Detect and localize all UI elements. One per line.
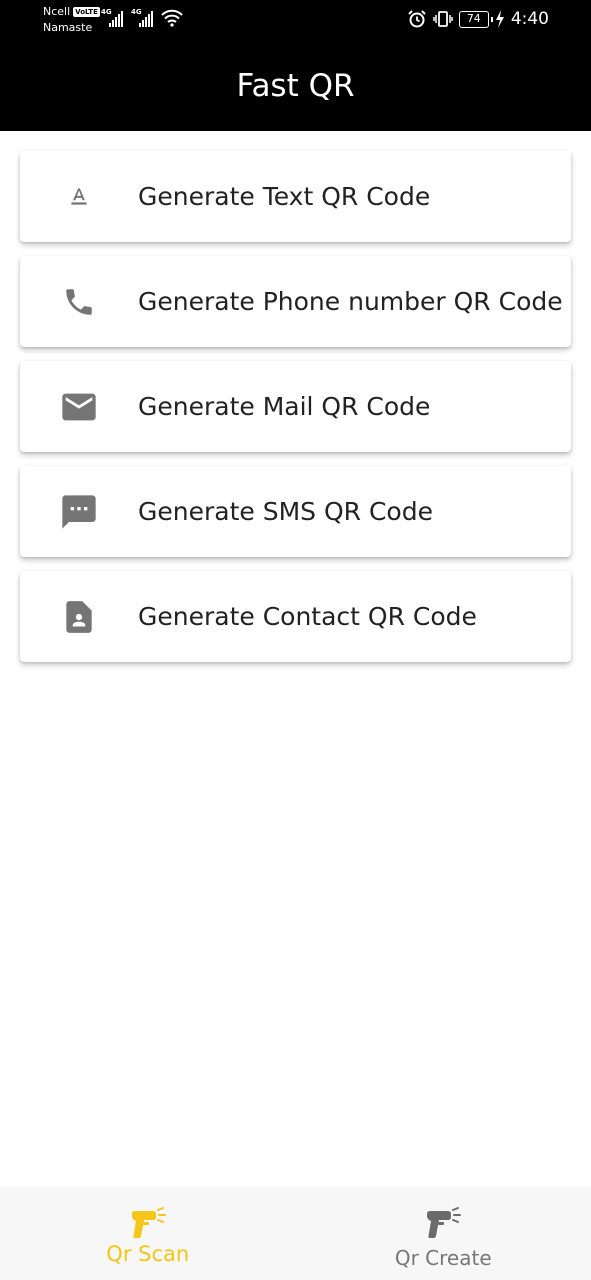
charging-icon bbox=[495, 10, 504, 28]
sms-icon bbox=[62, 494, 96, 529]
phone-icon bbox=[66, 288, 92, 315]
signal-indicators: 4G 4G bbox=[101, 8, 183, 27]
signal-icon: 4G bbox=[131, 8, 155, 27]
status-right: 74 4:40 bbox=[407, 9, 549, 29]
alarm-icon bbox=[408, 10, 426, 28]
generate-phone-card[interactable]: Generate Phone number QR Code bbox=[20, 256, 571, 347]
operator-name: Namaste bbox=[43, 21, 93, 34]
bottom-navigation: Qr Scan Qr Create bbox=[0, 1186, 591, 1280]
card-label: Generate Contact QR Code bbox=[138, 602, 477, 631]
scanner-icon bbox=[131, 1207, 166, 1238]
scanner-icon bbox=[427, 1207, 462, 1238]
generate-menu: Generate Text QR Code Generate Phone num… bbox=[20, 151, 571, 676]
text-format-icon bbox=[71, 187, 87, 205]
signal-icon: 4G bbox=[101, 8, 125, 27]
volte-badge: VoLTE bbox=[73, 6, 100, 17]
wifi-icon bbox=[161, 9, 183, 27]
card-label: Generate SMS QR Code bbox=[138, 497, 433, 526]
app-bar: Fast QR bbox=[0, 42, 591, 131]
mail-icon bbox=[62, 393, 96, 420]
status-bar: Ncell VoLTE Namaste 4G 4G 74 4:40 bbox=[0, 0, 591, 42]
carrier-info: Ncell VoLTE Namaste bbox=[43, 4, 100, 35]
page-title: Fast QR bbox=[236, 67, 355, 104]
generate-sms-card[interactable]: Generate SMS QR Code bbox=[20, 466, 571, 557]
carrier-name: Ncell bbox=[43, 5, 71, 18]
generate-mail-card[interactable]: Generate Mail QR Code bbox=[20, 361, 571, 452]
card-label: Generate Mail QR Code bbox=[138, 392, 431, 421]
contact-icon bbox=[66, 600, 92, 633]
vibrate-icon bbox=[433, 11, 453, 27]
generate-contact-card[interactable]: Generate Contact QR Code bbox=[20, 571, 571, 662]
nav-label: Qr Scan bbox=[106, 1242, 190, 1266]
clock: 4:40 bbox=[510, 9, 549, 29]
card-label: Generate Phone number QR Code bbox=[138, 287, 563, 316]
nav-qr-create[interactable]: Qr Create bbox=[296, 1186, 591, 1280]
card-label: Generate Text QR Code bbox=[138, 182, 431, 211]
nav-qr-scan[interactable]: Qr Scan bbox=[0, 1186, 296, 1280]
battery-icon: 74 bbox=[458, 10, 493, 28]
nav-label: Qr Create bbox=[394, 1246, 492, 1270]
generate-text-card[interactable]: Generate Text QR Code bbox=[20, 151, 571, 242]
